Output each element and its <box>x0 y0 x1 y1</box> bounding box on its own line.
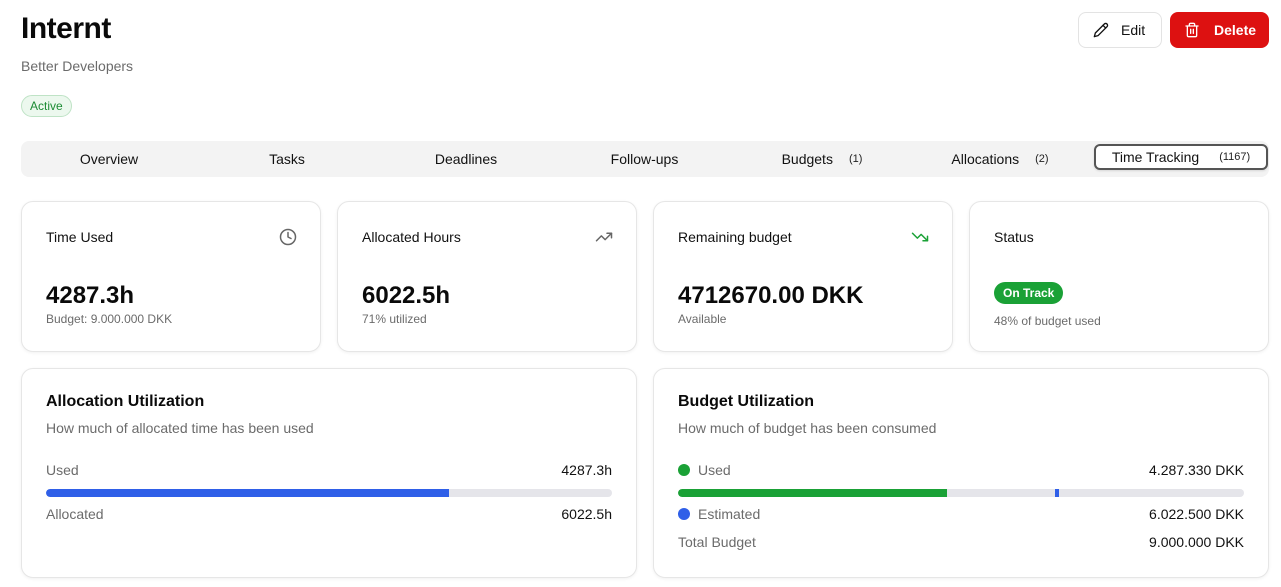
tab-bar: Overview Tasks Deadlines Follow-ups Budg… <box>21 141 1269 177</box>
page-title: Internt <box>21 12 111 45</box>
stat-note: Budget: 9.000.000 DKK <box>46 312 173 326</box>
on-track-badge: On Track <box>994 282 1064 304</box>
tab-count: (1167) <box>1219 151 1251 163</box>
delete-button[interactable]: Delete <box>1170 12 1269 48</box>
allocated-value: 6022.5h <box>561 506 612 522</box>
tab-label: Overview <box>79 151 139 167</box>
edit-button[interactable]: Edit <box>1078 12 1162 48</box>
budget-utilization-card: Budget Utilization How much of budget ha… <box>653 368 1269 578</box>
estimated-marker <box>1054 489 1059 497</box>
tab-label: Budgets <box>781 151 833 167</box>
stat-value: 4287.3h <box>46 282 135 309</box>
estimated-label: Estimated <box>698 506 761 522</box>
tab-label: Time Tracking <box>1111 149 1200 165</box>
tab-label: Allocations <box>951 151 1020 167</box>
status-card: Status On Track 48% of budget used <box>969 201 1269 352</box>
stat-value: 4712670.00 DKK <box>678 282 864 309</box>
allocated-row: Allocated 6022.5h <box>46 506 612 522</box>
estimated-row: Estimated 6.022.500 DKK <box>678 506 1244 522</box>
total-budget-row: Total Budget 9.000.000 DKK <box>678 534 1244 550</box>
estimated-legend-dot <box>678 508 690 520</box>
estimated-value: 6.022.500 DKK <box>1149 506 1244 522</box>
tab-count: (2) <box>1035 153 1049 165</box>
stat-note: 71% utilized <box>362 312 427 326</box>
stat-label: Time Used <box>46 229 114 245</box>
tab-follow-ups[interactable]: Follow-ups <box>556 141 733 177</box>
card-title: Budget Utilization <box>678 393 814 410</box>
time-used-card: Time Used 4287.3h Budget: 9.000.000 DKK <box>21 201 321 352</box>
status-badge: Active <box>21 95 72 117</box>
tab-deadlines[interactable]: Deadlines <box>376 141 556 177</box>
trash-icon <box>1185 22 1199 38</box>
stat-note: 48% of budget used <box>994 314 1101 328</box>
trending-up-icon <box>595 232 613 242</box>
allocation-progress-fill <box>46 489 449 497</box>
pencil-icon <box>1093 22 1109 38</box>
allocated-label: Allocated <box>46 506 104 522</box>
trending-down-icon <box>911 232 929 242</box>
total-budget-label: Total Budget <box>678 534 756 550</box>
used-value: 4287.3h <box>561 462 612 478</box>
card-description: How much of budget has been consumed <box>678 420 937 436</box>
clock-icon <box>279 228 297 246</box>
used-row: Used 4287.3h <box>46 462 612 478</box>
tab-overview[interactable]: Overview <box>21 141 197 177</box>
allocation-utilization-card: Allocation Utilization How much of alloc… <box>21 368 637 578</box>
allocated-hours-card: Allocated Hours 6022.5h 71% utilized <box>337 201 637 352</box>
stat-note: Available <box>678 312 727 326</box>
tab-label: Tasks <box>269 151 305 167</box>
budget-progress-bar <box>678 489 1244 497</box>
stat-label: Status <box>994 229 1034 245</box>
tab-count: (1) <box>848 153 863 165</box>
used-label: Used <box>46 462 79 478</box>
stat-label: Remaining budget <box>678 229 792 245</box>
stat-label: Allocated Hours <box>362 229 461 245</box>
budget-used-fill <box>678 489 948 497</box>
delete-button-label: Delete <box>1214 22 1257 38</box>
allocation-progress-bar <box>46 489 612 497</box>
tab-budgets[interactable]: Budgets (1) <box>733 141 911 177</box>
used-row: Used 4.287.330 DKK <box>678 462 1244 478</box>
tab-label: Deadlines <box>434 151 498 167</box>
card-title: Allocation Utilization <box>46 393 205 410</box>
used-value: 4.287.330 DKK <box>1149 462 1244 478</box>
stat-value: 6022.5h <box>362 282 451 309</box>
used-label: Used <box>698 462 731 478</box>
tab-allocations[interactable]: Allocations (2) <box>911 141 1089 177</box>
edit-button-label: Edit <box>1121 22 1146 38</box>
tab-time-tracking[interactable]: Time Tracking (1167) <box>1094 144 1268 170</box>
total-budget-value: 9.000.000 DKK <box>1149 534 1244 550</box>
page-subtitle: Better Developers <box>21 58 134 74</box>
used-legend-dot <box>678 464 690 476</box>
card-description: How much of allocated time has been used <box>46 420 314 436</box>
remaining-budget-card: Remaining budget 4712670.00 DKK Availabl… <box>653 201 953 352</box>
tab-label: Follow-ups <box>610 151 679 167</box>
tab-tasks[interactable]: Tasks <box>198 141 376 177</box>
